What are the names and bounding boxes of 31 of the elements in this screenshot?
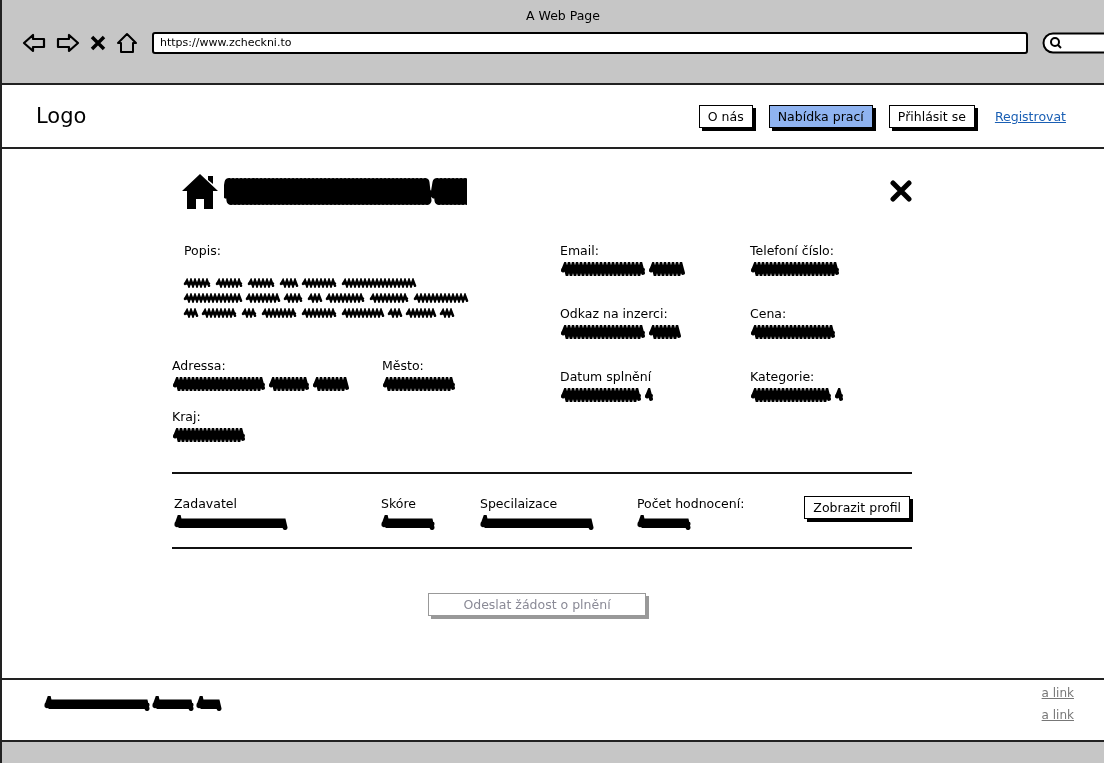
logo[interactable]: Logo bbox=[36, 104, 87, 128]
close-icon[interactable] bbox=[90, 35, 106, 51]
footer-link[interactable]: a link bbox=[1041, 686, 1074, 700]
field-label: Zadavatel bbox=[174, 496, 238, 511]
field-label: Kraj: bbox=[172, 409, 202, 424]
address-field[interactable]: https://www.zcheckni.to bbox=[152, 32, 1028, 54]
field-label: Počet hodnocení: bbox=[637, 496, 745, 511]
field-label: Telefoní číslo: bbox=[750, 243, 835, 258]
field-label: Odkaz na inzerci: bbox=[560, 306, 669, 321]
field-label: Email: bbox=[560, 243, 600, 258]
field-label: Popis: bbox=[184, 243, 222, 258]
field-label: Město: bbox=[382, 358, 425, 373]
house-icon bbox=[180, 172, 220, 210]
footer-link[interactable]: a link bbox=[1041, 708, 1074, 722]
home-icon[interactable] bbox=[116, 32, 138, 54]
field-label: Datum splnění bbox=[560, 369, 653, 384]
close-icon[interactable] bbox=[890, 180, 912, 202]
nav-button[interactable]: Nabídka prací bbox=[768, 104, 873, 128]
nav-button[interactable]: O nás bbox=[698, 104, 753, 128]
field-label: Kategorie: bbox=[750, 369, 816, 384]
window-title: A Web Page bbox=[525, 7, 601, 25]
forward-arrow-icon[interactable] bbox=[56, 33, 80, 53]
back-arrow-icon[interactable] bbox=[22, 33, 46, 53]
nav-button[interactable]: Přihlásit se bbox=[888, 104, 975, 128]
field-label: Specilaizace bbox=[480, 496, 559, 511]
search-field[interactable] bbox=[1042, 32, 1104, 54]
field-label: Skóre bbox=[381, 496, 417, 511]
register-link[interactable]: Registrovat bbox=[994, 108, 1066, 124]
field-label: Adressa: bbox=[172, 358, 227, 373]
field-label: Cena: bbox=[750, 306, 788, 321]
profile-button[interactable]: Zobrazit profil bbox=[804, 496, 910, 519]
